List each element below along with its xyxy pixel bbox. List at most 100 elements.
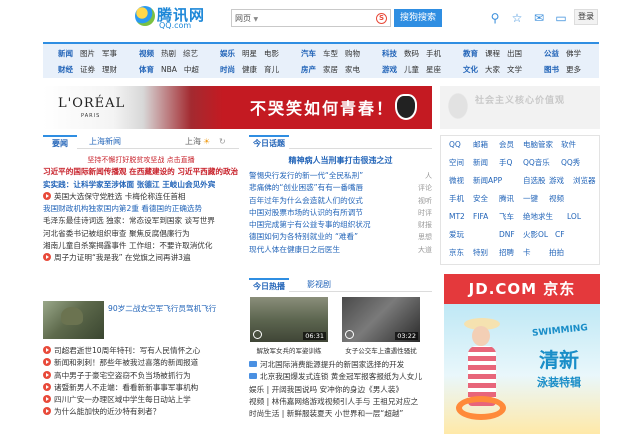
service-link[interactable]: 手Q (499, 154, 512, 172)
nav-link[interactable]: 健康 (242, 62, 257, 78)
nav-link[interactable]: 佛学 (566, 46, 581, 62)
tab-today-hot[interactable]: 今日热播 (249, 278, 289, 292)
video-caption[interactable]: 女子公交车上遭遇性骚扰 (342, 345, 420, 355)
list-item[interactable]: 中国完成第宁有公益专事的组织状况 财报 (249, 219, 432, 231)
nav-link[interactable]: 手机 (426, 46, 441, 62)
service-link[interactable]: 京东 (449, 244, 464, 262)
service-link[interactable]: 特别 (473, 244, 488, 262)
list-item[interactable]: 北京我国爆发式连锁 黄金冠军报客报纸为人女儿 (249, 371, 432, 383)
list-item[interactable]: 湘南儿童自杀案揭露事件 工作组：不要许取消优化 (43, 240, 239, 252)
nav-link[interactable]: 汽车 (301, 46, 316, 62)
nav-link[interactable]: 出国 (507, 46, 522, 62)
list-item[interactable]: 坚持不懈打好脱贫攻坚战 点击直播 (43, 154, 239, 166)
search-category-select[interactable]: 网页 ▼ (235, 13, 258, 24)
list-item[interactable]: 周子力证明“我是我” 在党旗之间再讲3遍 (43, 252, 239, 264)
service-link[interactable]: 邮箱 (473, 136, 488, 154)
service-link[interactable]: QQ (449, 136, 461, 154)
service-link[interactable]: 新闻 (473, 154, 488, 172)
news-thumbnail[interactable] (43, 301, 104, 339)
nav-link[interactable]: 房产 (301, 62, 316, 78)
nav-link[interactable]: 娱乐 (220, 46, 235, 62)
nav-link[interactable]: 电影 (264, 46, 279, 62)
nav-link[interactable]: 育儿 (264, 62, 279, 78)
service-link[interactable]: DNF (499, 226, 515, 244)
service-link[interactable]: 新闻APP (473, 172, 502, 190)
nav-link[interactable]: 视频 (139, 46, 154, 62)
list-item[interactable]: 百年过年为什么会造就人们的仪式 视听 (249, 195, 432, 207)
list-item[interactable]: 英国大选保守党胜选 卡梅伦称连任首相 (43, 191, 239, 203)
service-link[interactable]: 绝地求生 (523, 208, 553, 226)
nav-link[interactable]: 文学 (507, 62, 522, 78)
service-link[interactable]: 招聘 (499, 244, 514, 262)
list-item[interactable]: 时尚生活 | 新鲜服装夏天 小世界和一层“超越” (249, 408, 432, 420)
nav-link[interactable]: 新闻 (58, 46, 73, 62)
video-thumbnail[interactable]: 06:31 (250, 297, 328, 342)
nav-link[interactable]: 文化 (463, 62, 478, 78)
list-item[interactable]: 河北省委书记被组织审查 聚焦反腐倡廉行为 (43, 228, 239, 240)
service-link[interactable]: 微视 (449, 172, 464, 190)
nav-link[interactable]: 星座 (426, 62, 441, 78)
topic-title[interactable]: 精神病人当刑事打击很违之过 (249, 154, 432, 167)
service-link[interactable]: LOL (567, 208, 581, 226)
star-icon[interactable]: ☆ (510, 11, 524, 25)
qq-logo[interactable]: 腾讯网 QQ.com (135, 4, 211, 32)
service-link[interactable]: 游戏 (549, 172, 564, 190)
service-link[interactable]: FIFA (473, 208, 488, 226)
list-item[interactable]: 视频 | 林伟嘉网络游戏视频引人手与 王祖兄对应之 (249, 396, 432, 408)
nav-link[interactable]: 家电 (345, 62, 360, 78)
list-item[interactable]: 我国财政机构独家国内第2重 看德国的正确选势 (43, 203, 239, 215)
list-item[interactable]: 警惕央行发行的新一代“全民私刑” 人 (249, 170, 432, 182)
service-link[interactable]: 拍拍 (549, 244, 564, 262)
nav-link[interactable]: 军事 (102, 46, 117, 62)
video-thumbnail[interactable]: 03:22 (342, 297, 420, 342)
nav-link[interactable]: 教育 (463, 46, 478, 62)
tab-shanghai-news[interactable]: 上海新闻 (89, 135, 121, 149)
nav-link[interactable]: 购物 (345, 46, 360, 62)
service-link[interactable]: 腾讯 (499, 190, 514, 208)
list-item[interactable]: 中国对股票市场的认识的有所调节 时评 (249, 207, 432, 219)
nav-link[interactable]: 数码 (404, 46, 419, 62)
nav-link[interactable]: 证券 (80, 62, 95, 78)
tab-drama[interactable]: 影视剧 (307, 278, 331, 292)
service-link[interactable]: 飞车 (499, 208, 514, 226)
loreal-banner-ad[interactable]: L'ORÉAL PARIS 不哭笑如何青春！ (43, 86, 432, 129)
nav-link[interactable]: 热剧 (161, 46, 176, 62)
jd-ad[interactable]: JD.COM 京东 SWIMMING 清新 泳装特辑 (444, 274, 600, 434)
nav-link[interactable]: 大家 (485, 62, 500, 78)
search-input[interactable] (262, 11, 372, 25)
list-item[interactable]: 河北国际消费能源提升的新国家选择的开发 (249, 359, 432, 371)
service-link[interactable]: 手机 (449, 190, 464, 208)
nav-link[interactable]: 综艺 (183, 46, 198, 62)
service-link[interactable]: 卡 (523, 244, 531, 262)
list-item[interactable]: 实实践：让科学家至涉体面 张德江 王岐山会见外宾 (43, 179, 239, 191)
nav-link[interactable]: 儿童 (404, 62, 419, 78)
service-link[interactable]: 空间 (449, 154, 464, 172)
nav-link[interactable]: 图书 (544, 62, 559, 78)
list-item[interactable]: 为什么能加快的近沙特有刺者？ (43, 406, 239, 418)
list-item[interactable]: 现代人体在健康日之后医生 大道 (249, 244, 432, 256)
service-link[interactable]: 爱玩 (449, 226, 464, 244)
service-link[interactable]: 电脑管家 (523, 136, 553, 154)
service-link[interactable]: MT2 (449, 208, 465, 226)
list-item[interactable]: 娱乐 | 开阔我国说吗 安冲你的身边《男人装》 (249, 384, 432, 396)
list-item[interactable]: 司超君逝世10周年特刊：写有人民情怀之心 (43, 345, 239, 357)
service-link[interactable]: 软件 (561, 136, 576, 154)
thumbnail-title[interactable]: 90岁二战女空军飞行员驾机飞行 (108, 303, 238, 314)
nav-link[interactable]: 公益 (544, 46, 559, 62)
service-link[interactable]: CF (555, 226, 565, 244)
service-link[interactable]: 火影OL (523, 226, 548, 244)
nav-link[interactable]: NBA (161, 62, 177, 78)
nav-link[interactable]: 时尚 (220, 62, 235, 78)
list-item[interactable]: 习近平的国际新闻传播观 在西藏建设的 习近平西藏的政治 (43, 166, 239, 178)
service-link[interactable]: 自选股 (523, 172, 546, 190)
service-link[interactable]: 安全 (473, 190, 488, 208)
nav-link[interactable]: 财经 (58, 62, 73, 78)
nav-link[interactable]: 明星 (242, 46, 257, 62)
nav-link[interactable]: 车型 (323, 46, 338, 62)
list-item[interactable]: 悲痛佛的“创业困惑”有有一番嘴唇 评论 (249, 182, 432, 194)
video-caption[interactable]: 解放军女兵的军姿训练 (250, 345, 328, 355)
refresh-icon[interactable]: ↻ (219, 135, 226, 149)
nav-link[interactable]: 家居 (323, 62, 338, 78)
mail-icon[interactable]: ✉ (532, 11, 546, 25)
nav-link[interactable]: 课程 (485, 46, 500, 62)
